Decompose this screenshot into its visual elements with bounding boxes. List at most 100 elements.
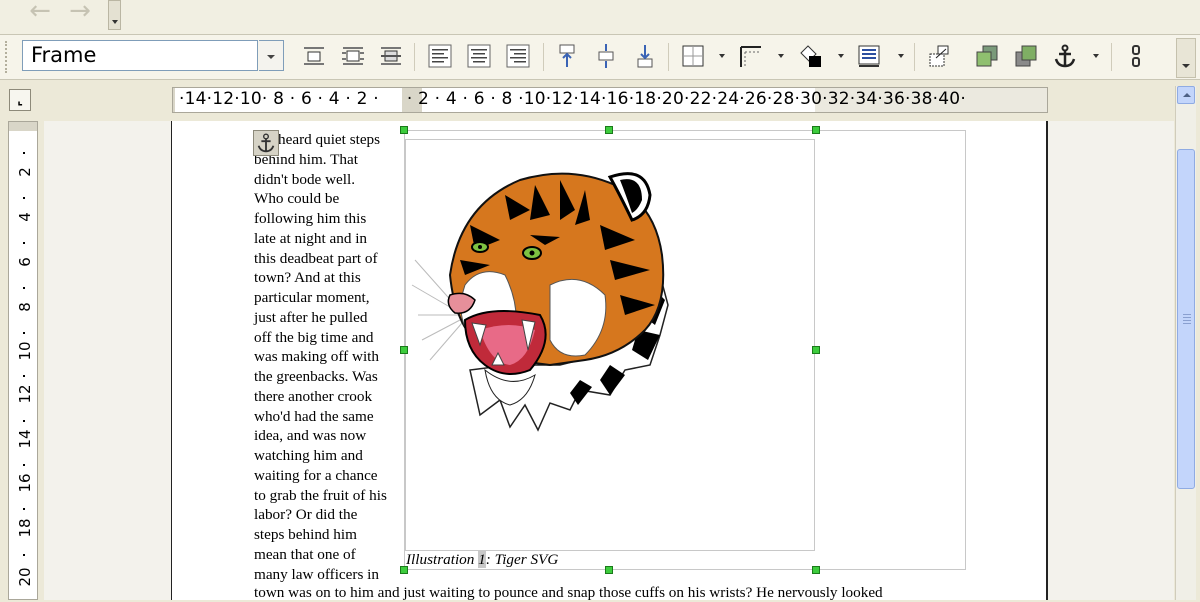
bring-forward-icon[interactable] [974, 43, 1000, 69]
ruler-margin-left [173, 88, 175, 112]
caption-label: Illustration [406, 551, 479, 568]
body-text-line[interactable]: watching him and [254, 446, 406, 466]
resize-handle-top-left[interactable] [400, 126, 408, 134]
body-text-line[interactable]: there another crook [254, 387, 406, 407]
body-text-line[interactable]: steps behind him [254, 525, 406, 545]
body-text-line[interactable]: to grab the fruit of his [254, 486, 406, 506]
align-center-icon[interactable] [466, 43, 492, 69]
anchor-marker-icon[interactable] [253, 130, 279, 156]
ruler-tick [23, 375, 25, 377]
vertical-ruler-label: 12 [16, 384, 34, 404]
anchor-dropdown-arrow[interactable] [1093, 54, 1099, 58]
body-text-line[interactable]: this deadbeat part of [254, 249, 406, 269]
body-text[interactable]: heard quiet steps behind him. That didn't … [254, 130, 406, 584]
body-text-line[interactable]: mean that one of [254, 545, 406, 565]
vertical-ruler-label: 2 [16, 167, 34, 177]
wrap-off-icon[interactable] [301, 43, 327, 69]
resize-handle-top-right[interactable] [812, 126, 820, 134]
page-wrap-icon[interactable] [340, 43, 366, 69]
arrow-right-icon[interactable]: → [64, 0, 96, 26]
vertical-ruler-label: 4 [16, 212, 34, 222]
body-text-line[interactable]: labor? Or did the [254, 505, 406, 525]
frame-properties-icon[interactable] [856, 43, 882, 69]
body-text-line[interactable]: town was on to him and just waiting to p… [254, 584, 883, 602]
vertical-ruler-label: 6 [16, 257, 34, 267]
border-style-dropdown-arrow[interactable] [778, 54, 784, 58]
body-text-line[interactable]: the greenbacks. Was [254, 367, 406, 387]
body-text-line[interactable]: was making off with [254, 347, 406, 367]
caption-number-field[interactable]: 1 [478, 551, 486, 568]
background-color-dropdown-arrow[interactable] [838, 54, 844, 58]
scrollbar-grip [1183, 317, 1191, 318]
toolbar-separator [414, 43, 415, 71]
align-top-icon[interactable] [554, 43, 580, 69]
frame-style-dropdown-button[interactable] [259, 40, 284, 71]
frame-style-select[interactable]: Frame [22, 40, 258, 71]
toolbar-separator [543, 43, 544, 71]
caption-text: : Tiger SVG [485, 551, 559, 568]
frame-style-value: Frame [31, 43, 97, 67]
image-caption[interactable]: Illustration 1: Tiger SVG [406, 551, 558, 569]
vertical-ruler[interactable]: 2 4 6 8 10 12 14 16 18 20 [8, 121, 38, 600]
body-text-line[interactable]: Who could be [254, 189, 406, 209]
body-text-line[interactable]: who'd had the same [254, 407, 406, 427]
vertical-ruler-label: 8 [16, 302, 34, 312]
resize-handle-bottom-right[interactable] [812, 566, 820, 574]
wrap-through-icon[interactable] [378, 43, 404, 69]
tiger-illustration[interactable] [410, 165, 675, 435]
body-text-line[interactable]: many law officers in [254, 565, 406, 585]
align-middle-icon[interactable] [593, 43, 619, 69]
arrow-left-icon[interactable]: ← [24, 0, 56, 26]
align-bottom-icon[interactable] [632, 43, 658, 69]
vertical-ruler-label: 20 [16, 567, 34, 587]
body-text-line[interactable]: following him this [254, 209, 406, 229]
body-text-line[interactable]: waiting for a chance [254, 466, 406, 486]
frame-toolbar: Frame [0, 35, 1200, 80]
vertical-scrollbar[interactable] [1175, 86, 1196, 600]
scrollbar-grip [1183, 314, 1191, 315]
anchor-icon[interactable] [1052, 43, 1078, 69]
body-text-line[interactable]: late at night and in [254, 229, 406, 249]
borders-dropdown-arrow[interactable] [719, 54, 725, 58]
horizontal-ruler[interactable]: ·14·12·10· 8 · 6 · 4 · 2 · · 2 · 4 · 6 ·… [172, 87, 1048, 113]
borders-icon[interactable] [680, 43, 706, 69]
ruler-tick [23, 152, 25, 154]
send-backward-icon[interactable] [1013, 43, 1039, 69]
scrollbar-thumb[interactable] [1177, 149, 1195, 489]
body-text-line[interactable]: didn't bode well. [254, 170, 406, 190]
toolbar-separator [1111, 43, 1112, 71]
border-style-icon[interactable] [738, 43, 764, 69]
resize-handle-left[interactable] [400, 346, 408, 354]
scroll-up-button[interactable] [1177, 86, 1195, 104]
background-color-icon[interactable] [797, 43, 823, 69]
body-text-line[interactable]: particular moment, [254, 288, 406, 308]
ruler-tick [23, 287, 25, 289]
link-frames-icon[interactable] [927, 43, 953, 69]
frame-properties-dropdown-arrow[interactable] [898, 54, 904, 58]
scrollbar-grip [1183, 323, 1191, 324]
tab-stop-selector[interactable]: ⌞ [9, 89, 31, 111]
vertical-ruler-label: 18 [16, 518, 34, 538]
body-text-line[interactable]: off the big time and [254, 328, 406, 348]
toolbar-handle[interactable] [5, 41, 10, 73]
vertical-ruler-label: 16 [16, 473, 34, 493]
toolbar-separator [914, 43, 915, 71]
ruler-tick [23, 554, 25, 556]
body-text-line[interactable]: idea, and was now [254, 426, 406, 446]
body-text-line[interactable]: town? And at this [254, 268, 406, 288]
ruler-tick [23, 197, 25, 199]
vertical-ruler-label: 14 [16, 429, 34, 449]
resize-handle-bottom[interactable] [605, 566, 613, 574]
ruler-tick [23, 332, 25, 334]
align-right-icon[interactable] [505, 43, 531, 69]
toolbar-overflow-button[interactable] [108, 0, 121, 30]
unlink-frames-icon[interactable] [1123, 43, 1149, 69]
resize-handle-right[interactable] [812, 346, 820, 354]
vertical-ruler-label: 10 [16, 341, 34, 361]
align-left-icon[interactable] [427, 43, 453, 69]
resize-handle-top[interactable] [605, 126, 613, 134]
ruler-tick [23, 508, 25, 510]
body-text-line[interactable]: just after he pulled [254, 308, 406, 328]
ruler-tick [23, 242, 25, 244]
toolbar-overflow-scroll[interactable] [1176, 38, 1196, 78]
